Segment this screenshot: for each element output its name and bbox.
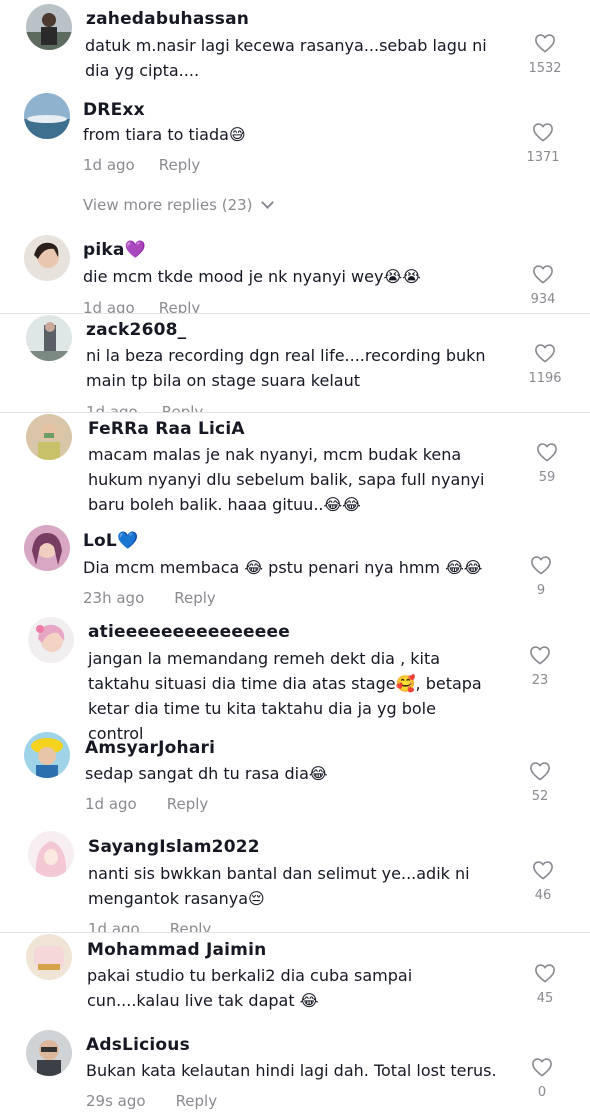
username[interactable]: zahedabuhassan xyxy=(86,9,249,29)
timestamp: 1d ago xyxy=(83,156,135,174)
avatar[interactable] xyxy=(24,93,70,139)
heart-outline-icon xyxy=(535,34,555,53)
like-count: 52 xyxy=(531,789,549,804)
heart-outline-icon xyxy=(530,646,550,665)
heart-outline-icon xyxy=(530,762,550,781)
avatar[interactable] xyxy=(28,831,74,877)
avatar[interactable] xyxy=(26,414,72,460)
timestamp: 29s ago xyxy=(86,1092,146,1110)
reply-button[interactable]: Reply xyxy=(174,589,216,607)
comment-meta: 1d ago Reply xyxy=(83,156,200,174)
comment-text: from tiara to tiada😅 xyxy=(83,125,246,144)
like-count: 1532 xyxy=(528,61,562,76)
like-button[interactable]: 934 xyxy=(523,264,563,307)
timestamp: 1d ago xyxy=(85,795,137,813)
like-button[interactable]: 45 xyxy=(525,963,565,1006)
like-button[interactable]: 1196 xyxy=(525,343,565,386)
timestamp: 1d ago xyxy=(83,299,135,313)
like-button[interactable]: 23 xyxy=(520,645,560,688)
avatar[interactable] xyxy=(26,4,72,50)
like-count: 9 xyxy=(536,583,546,598)
avatar[interactable] xyxy=(26,1030,72,1076)
reply-button[interactable]: Reply xyxy=(159,299,201,313)
like-count: 934 xyxy=(530,292,556,307)
reply-button[interactable]: Reply xyxy=(167,795,209,813)
divider xyxy=(0,412,590,413)
like-count: 1371 xyxy=(526,150,560,165)
comment-meta: 29s ago Reply xyxy=(86,1092,217,1110)
comment-text: datuk m.nasir lagi kecewa rasanya...seba… xyxy=(85,36,487,80)
avatar[interactable] xyxy=(28,617,74,663)
like-button[interactable]: 46 xyxy=(523,860,563,903)
username[interactable]: AmsyarJohari xyxy=(85,738,215,758)
like-count: 46 xyxy=(534,888,552,903)
username[interactable]: AdsLicious xyxy=(86,1035,190,1055)
comment-text: jangan la memandang remeh dekt dia , kit… xyxy=(88,649,482,743)
like-count: 59 xyxy=(538,470,556,485)
heart-outline-icon xyxy=(533,861,553,880)
like-count: 0 xyxy=(537,1085,547,1100)
comment-meta: 1d ago Reply xyxy=(83,299,200,313)
comment-meta: 1d ago Reply xyxy=(88,920,211,932)
avatar[interactable] xyxy=(26,315,72,361)
heart-outline-icon xyxy=(531,556,551,575)
comment-meta: 1d ago Reply xyxy=(85,795,208,813)
view-more-replies-button[interactable]: View more replies (23) xyxy=(83,196,274,214)
reply-button[interactable]: Reply xyxy=(170,920,212,932)
username[interactable]: LoL💙 xyxy=(83,531,138,551)
timestamp: 23h ago xyxy=(83,589,145,607)
comment-text: nanti sis bwkkan bantal dan selimut ye..… xyxy=(88,864,470,908)
avatar[interactable] xyxy=(24,525,70,571)
comment-text: ni la beza recording dgn real life....re… xyxy=(86,346,486,390)
timestamp: 1d ago xyxy=(88,920,140,932)
comment-text: Bukan kata kelautan hindi lagi dah. Tota… xyxy=(86,1061,497,1080)
comment-text: pakai studio tu berkali2 dia cuba sampai… xyxy=(87,966,413,1010)
avatar[interactable] xyxy=(24,235,70,281)
heart-outline-icon xyxy=(537,443,557,462)
like-count: 1196 xyxy=(528,371,562,386)
comment-text: Dia mcm membaca 😂 pstu penari nya hmm 😂😂 xyxy=(83,558,483,577)
comment-text: die mcm tkde mood je nk nyanyi wey😭😭 xyxy=(83,267,421,286)
username[interactable]: SayangIslam2022 xyxy=(88,837,260,857)
divider xyxy=(0,313,590,314)
like-button[interactable]: 9 xyxy=(521,555,561,598)
like-count: 45 xyxy=(536,991,554,1006)
username[interactable]: DRExx xyxy=(83,100,145,120)
like-button[interactable]: 1371 xyxy=(523,122,563,165)
reply-button[interactable]: Reply xyxy=(159,156,201,174)
chevron-down-icon xyxy=(260,196,274,209)
comment-text: sedap sangat dh tu rasa dia😂 xyxy=(85,764,328,783)
username[interactable]: pika💜 xyxy=(83,240,146,260)
like-button[interactable]: 1532 xyxy=(525,33,565,76)
heart-outline-icon xyxy=(535,344,555,363)
heart-outline-icon xyxy=(533,123,553,142)
view-more-replies-label: View more replies (23) xyxy=(83,196,253,214)
like-button[interactable]: 0 xyxy=(522,1057,562,1100)
username[interactable]: zack2608_ xyxy=(86,320,186,340)
username[interactable]: Mohammad Jaimin xyxy=(87,940,266,960)
like-count: 23 xyxy=(531,673,549,688)
avatar[interactable] xyxy=(24,732,70,778)
avatar[interactable] xyxy=(26,934,72,980)
reply-button[interactable]: Reply xyxy=(176,1092,218,1110)
heart-outline-icon xyxy=(535,964,555,983)
username[interactable]: atieeeeeeeeeeeeeee xyxy=(88,622,290,642)
heart-outline-icon xyxy=(533,265,553,284)
comment-text: macam malas je nak nyanyi, mcm budak ken… xyxy=(88,445,485,514)
like-button[interactable]: 52 xyxy=(520,761,560,804)
comment-meta: 23h ago Reply xyxy=(83,589,216,607)
heart-outline-icon xyxy=(532,1058,552,1077)
like-button[interactable]: 59 xyxy=(527,442,567,485)
username[interactable]: FeRRa Raa LiciA xyxy=(88,419,245,439)
divider xyxy=(0,932,590,933)
